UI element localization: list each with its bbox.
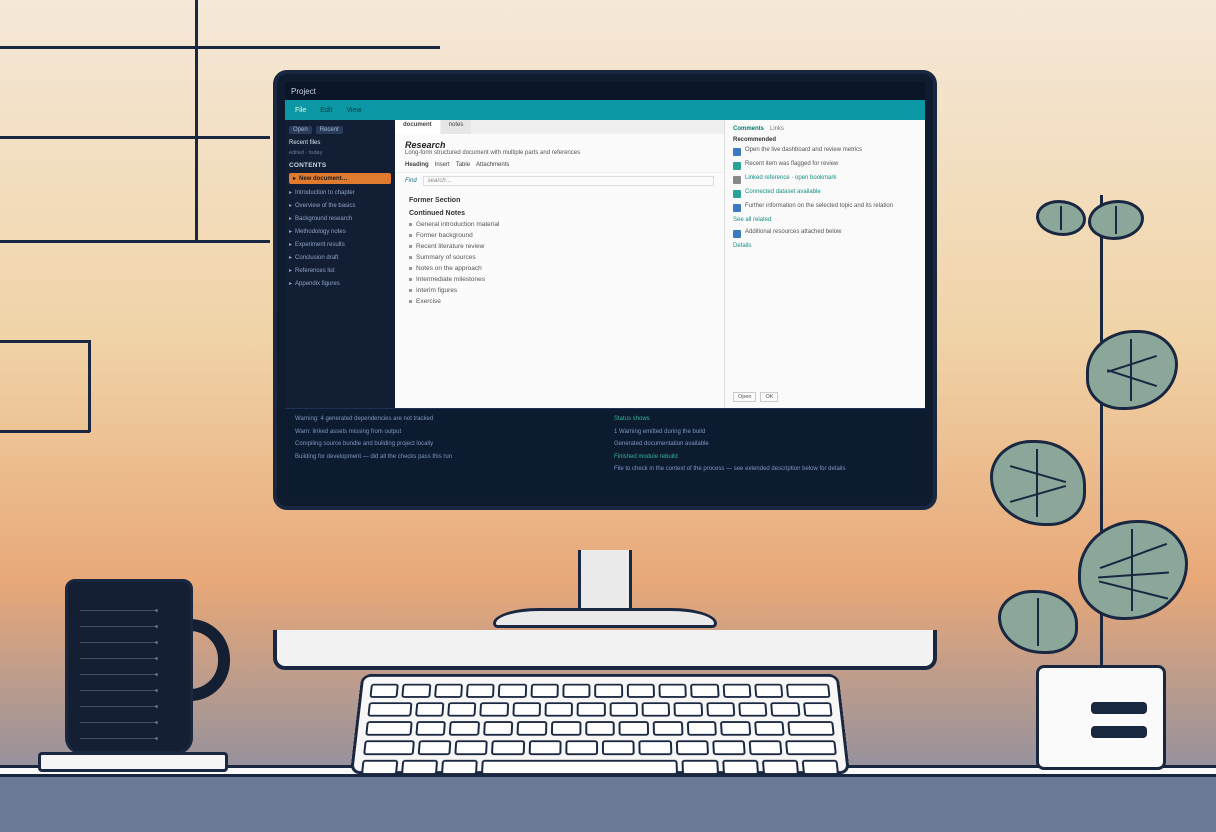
terminal-line: Status shows xyxy=(614,416,650,422)
editor-tab-notes[interactable]: notes xyxy=(441,120,472,134)
window-titlebar: Project xyxy=(285,82,925,100)
search-input[interactable]: search… xyxy=(423,176,714,186)
list-item: Recent literature review xyxy=(409,243,710,250)
list-item: Exercise xyxy=(409,298,710,305)
list-item: Intermediate milestones xyxy=(409,276,710,283)
list-item: General introduction material xyxy=(409,221,710,228)
sidebar-item[interactable]: ▸Methodology notes xyxy=(289,227,391,236)
flag-icon xyxy=(733,162,741,170)
document-body[interactable]: Former Section Continued Notes General i… xyxy=(395,189,724,311)
sidebar-item[interactable]: ▸Conclusion draft xyxy=(289,253,391,262)
right-panel: Comments Links Recommended Open the live… xyxy=(725,120,925,408)
editor-pane: document notes Research Long-form struct… xyxy=(395,120,725,408)
terminal-line: Building for development — did all the c… xyxy=(295,453,596,463)
terminal-line: Finished module rebuild xyxy=(614,454,678,460)
editor-tab-document[interactable]: document xyxy=(395,120,440,134)
sidebar-item[interactable]: ▸Overview of the basics xyxy=(289,201,391,210)
doc-title: Research xyxy=(405,140,714,150)
doc-icon xyxy=(733,148,741,156)
list-item: Former background xyxy=(409,232,710,239)
panel-tab-links[interactable]: Links xyxy=(770,126,784,132)
sidebar-recent-sub: edited · today xyxy=(289,150,391,156)
panel-item[interactable]: Additional resources attached below xyxy=(733,228,917,239)
terminal-panel[interactable]: Warning: 4 generated dependencies are no… xyxy=(285,408,925,498)
panel-header: Recommended xyxy=(733,137,917,143)
terminal-line: Generated documentation available xyxy=(614,440,915,450)
sidebar-item[interactable]: ▸Experiment results xyxy=(289,240,391,249)
list-item: Notes on the approach xyxy=(409,265,710,272)
sidebar-item[interactable]: ▸Background research xyxy=(289,214,391,223)
editor-tabbar: document notes xyxy=(395,120,724,134)
search-label: Find xyxy=(405,178,417,184)
list-item: Summary of sources xyxy=(409,254,710,261)
info-icon xyxy=(733,204,741,212)
terminal-line: Warning: 4 generated dependencies are no… xyxy=(295,415,596,425)
section-heading: Former Section xyxy=(409,197,710,204)
panel-item[interactable]: Recent item was flagged for review xyxy=(733,160,917,171)
panel-item[interactable]: Details xyxy=(733,242,917,251)
sidebar-recent-label: Recent files xyxy=(289,140,391,146)
potted-plant xyxy=(976,170,1196,770)
attach-icon xyxy=(733,230,741,238)
sidebar-item[interactable]: ▸References list xyxy=(289,266,391,275)
sidebar: Open Recent Recent files edited · today … xyxy=(285,120,395,408)
monitor: Project File Edit View Open Recent Recen… xyxy=(273,70,937,630)
screen: Project File Edit View Open Recent Recen… xyxy=(285,82,925,498)
toolbar-table[interactable]: Table xyxy=(456,162,470,168)
panel-item[interactable]: Open the live dashboard and review metri… xyxy=(733,146,917,157)
ribbon-tab-view[interactable]: View xyxy=(346,107,361,114)
sidebar-group-title: Contents xyxy=(289,162,391,169)
terminal-line: File to check in the context of the proc… xyxy=(614,465,915,475)
terminal-line: Warn: linked assets missing from output xyxy=(295,428,596,438)
ribbon-tab-edit[interactable]: Edit xyxy=(320,107,332,114)
folder-icon: ▸ xyxy=(293,175,296,182)
monitor-bezel xyxy=(273,630,937,670)
section-heading: Continued Notes xyxy=(409,210,710,217)
panel-open-button[interactable]: Open xyxy=(733,392,756,402)
sidebar-item-highlighted[interactable]: ▸ New document… xyxy=(289,173,391,184)
keyboard xyxy=(350,674,850,774)
data-icon xyxy=(733,190,741,198)
panel-item[interactable]: Linked reference · open bookmark xyxy=(733,174,917,185)
panel-item[interactable]: Further information on the selected topi… xyxy=(733,202,917,213)
ribbon-tab-file[interactable]: File xyxy=(295,107,306,114)
monitor-base xyxy=(493,608,717,628)
sidebar-item[interactable]: ▸Appendix figures xyxy=(289,279,391,288)
list-item: Interim figures xyxy=(409,287,710,294)
panel-item[interactable]: Connected dataset available xyxy=(733,188,917,199)
doc-subtitle: Long-form structured document with multi… xyxy=(405,150,714,156)
coffee-mug xyxy=(65,579,225,764)
toolbar-heading[interactable]: Heading xyxy=(405,162,429,168)
panel-item[interactable]: See all related xyxy=(733,216,917,225)
terminal-line: Compiling source bundle and building pro… xyxy=(295,440,596,450)
link-icon xyxy=(733,176,741,184)
panel-ok-button[interactable]: OK xyxy=(760,392,778,402)
monitor-stand xyxy=(578,550,632,610)
panel-tab-comments[interactable]: Comments xyxy=(733,126,764,132)
editor-toolbar: Heading Insert Table Attachments xyxy=(395,158,724,173)
floor xyxy=(0,777,1216,832)
toolbar-insert[interactable]: Insert xyxy=(435,162,450,168)
ribbon-bar: File Edit View xyxy=(285,100,925,120)
sidebar-tab-open[interactable]: Open xyxy=(289,126,312,134)
toolbar-attachments[interactable]: Attachments xyxy=(476,162,509,168)
app-title: Project xyxy=(291,87,316,96)
sidebar-item[interactable]: ▸Introduction to chapter xyxy=(289,188,391,197)
terminal-line: 1 Warning emitted during the build xyxy=(614,428,915,438)
sidebar-tab-recent[interactable]: Recent xyxy=(316,126,343,134)
